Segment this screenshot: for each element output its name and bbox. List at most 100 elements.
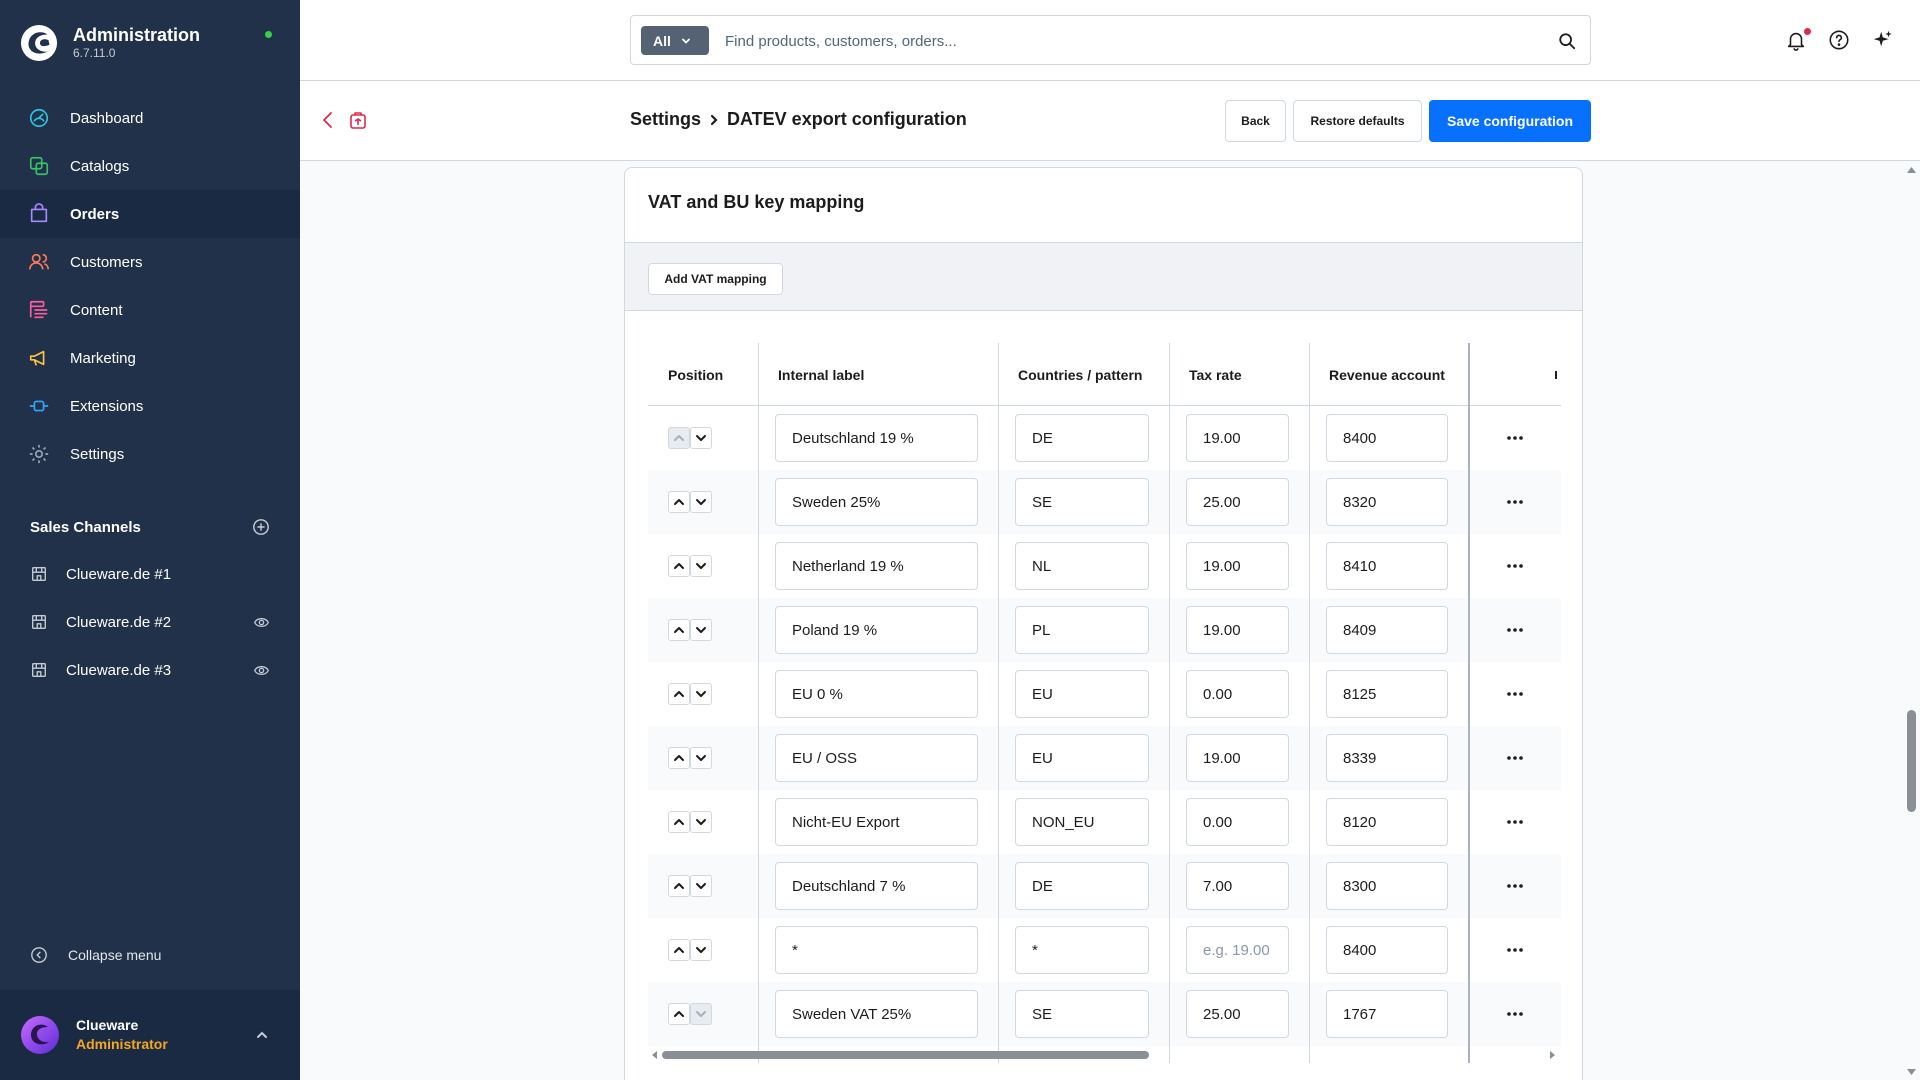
more-actions-icon[interactable]: [1503, 492, 1527, 512]
tax-rate-input[interactable]: [1186, 414, 1289, 462]
chevron-up-icon[interactable]: [254, 1027, 270, 1043]
add-vat-mapping-button[interactable]: Add VAT mapping: [648, 263, 783, 295]
internal-label-input[interactable]: [775, 414, 978, 462]
scroll-right-arrow-icon[interactable]: [1548, 1051, 1556, 1059]
move-up-button[interactable]: [668, 747, 690, 769]
move-down-button[interactable]: [690, 747, 712, 769]
column-header-internal-label[interactable]: Internal label: [758, 343, 998, 406]
nav-item-marketing[interactable]: Marketing: [0, 334, 300, 382]
sales-channel-item[interactable]: Clueware.de #1: [0, 550, 300, 598]
move-down-button[interactable]: [690, 555, 712, 577]
move-down-button[interactable]: [690, 427, 712, 449]
countries-pattern-input[interactable]: [1015, 414, 1149, 462]
move-down-button[interactable]: [690, 683, 712, 705]
eye-icon[interactable]: [253, 614, 270, 631]
eye-icon[interactable]: [253, 662, 270, 679]
move-up-button[interactable]: [668, 1003, 690, 1025]
revenue-account-input[interactable]: [1326, 670, 1448, 718]
back-button[interactable]: Back: [1225, 100, 1286, 142]
countries-pattern-input[interactable]: [1015, 862, 1149, 910]
user-panel[interactable]: Clueware Administrator: [0, 990, 300, 1080]
tax-rate-input[interactable]: [1186, 478, 1289, 526]
revenue-account-input[interactable]: [1326, 414, 1448, 462]
countries-pattern-input[interactable]: [1015, 606, 1149, 654]
scroll-left-arrow-icon[interactable]: [651, 1051, 659, 1059]
scroll-down-arrow-icon[interactable]: [1907, 1067, 1916, 1076]
revenue-account-input[interactable]: [1326, 798, 1448, 846]
nav-item-customers[interactable]: Customers: [0, 238, 300, 286]
revenue-account-input[interactable]: [1326, 478, 1448, 526]
tax-rate-input[interactable]: [1186, 926, 1289, 974]
nav-item-extensions[interactable]: Extensions: [0, 382, 300, 430]
search-input[interactable]: [725, 28, 1505, 54]
more-actions-icon[interactable]: [1503, 812, 1527, 832]
move-down-button[interactable]: [690, 939, 712, 961]
scroll-up-arrow-icon[interactable]: [1907, 166, 1916, 175]
move-up-button[interactable]: [668, 683, 690, 705]
move-down-button[interactable]: [690, 619, 712, 641]
move-down-button[interactable]: [690, 491, 712, 513]
countries-pattern-input[interactable]: [1015, 734, 1149, 782]
countries-pattern-input[interactable]: [1015, 478, 1149, 526]
ai-sparkle-icon[interactable]: [1872, 29, 1894, 51]
brand[interactable]: Administration 6.7.11.0: [20, 20, 200, 65]
more-actions-icon[interactable]: [1503, 1004, 1527, 1024]
vertical-scrollbar[interactable]: [1903, 162, 1920, 1080]
delete-icon[interactable]: [349, 110, 367, 130]
revenue-account-input[interactable]: [1326, 926, 1448, 974]
tax-rate-input[interactable]: [1186, 798, 1289, 846]
nav-item-catalogs[interactable]: Catalogs: [0, 142, 300, 190]
column-header-position[interactable]: Position: [648, 343, 758, 406]
move-up-button[interactable]: [668, 939, 690, 961]
tax-rate-input[interactable]: [1186, 670, 1289, 718]
more-actions-icon[interactable]: [1503, 684, 1527, 704]
internal-label-input[interactable]: [775, 990, 978, 1038]
column-header-countries[interactable]: Countries / pattern: [998, 343, 1169, 406]
sales-channel-item[interactable]: Clueware.de #2: [0, 598, 300, 646]
help-icon[interactable]: [1828, 29, 1850, 51]
nav-item-settings[interactable]: Settings: [0, 430, 300, 478]
countries-pattern-input[interactable]: [1015, 670, 1149, 718]
more-actions-icon[interactable]: [1503, 620, 1527, 640]
horizontal-scrollbar[interactable]: [648, 1048, 1561, 1062]
internal-label-input[interactable]: [775, 478, 978, 526]
internal-label-input[interactable]: [775, 606, 978, 654]
move-down-button[interactable]: [690, 811, 712, 833]
collapse-menu-button[interactable]: Collapse menu: [30, 946, 161, 964]
column-resize-handle[interactable]: [1555, 371, 1557, 379]
sales-channel-item[interactable]: Clueware.de #3: [0, 646, 300, 694]
internal-label-input[interactable]: [775, 798, 978, 846]
horizontal-scroll-thumb[interactable]: [662, 1051, 1149, 1059]
revenue-account-input[interactable]: [1326, 862, 1448, 910]
countries-pattern-input[interactable]: [1015, 798, 1149, 846]
move-up-button[interactable]: [668, 619, 690, 641]
internal-label-input[interactable]: [775, 862, 978, 910]
internal-label-input[interactable]: [775, 542, 978, 590]
move-up-button[interactable]: [668, 875, 690, 897]
more-actions-icon[interactable]: [1503, 748, 1527, 768]
internal-label-input[interactable]: [775, 734, 978, 782]
internal-label-input[interactable]: [775, 926, 978, 974]
tax-rate-input[interactable]: [1186, 862, 1289, 910]
revenue-account-input[interactable]: [1326, 734, 1448, 782]
countries-pattern-input[interactable]: [1015, 990, 1149, 1038]
revenue-account-input[interactable]: [1326, 990, 1448, 1038]
move-up-button[interactable]: [668, 555, 690, 577]
breadcrumb-parent[interactable]: Settings: [630, 109, 701, 130]
search-type-select[interactable]: All: [641, 26, 709, 55]
internal-label-input[interactable]: [775, 670, 978, 718]
tax-rate-input[interactable]: [1186, 734, 1289, 782]
nav-item-orders[interactable]: Orders: [0, 190, 300, 238]
tax-rate-input[interactable]: [1186, 606, 1289, 654]
nav-item-content[interactable]: Content: [0, 286, 300, 334]
back-arrow-icon[interactable]: [320, 111, 336, 129]
more-actions-icon[interactable]: [1503, 876, 1527, 896]
more-actions-icon[interactable]: [1503, 940, 1527, 960]
add-sales-channel-icon[interactable]: [252, 518, 270, 536]
save-configuration-button[interactable]: Save configuration: [1429, 100, 1591, 142]
move-up-button[interactable]: [668, 491, 690, 513]
revenue-account-input[interactable]: [1326, 606, 1448, 654]
column-header-revenue-account[interactable]: Revenue account: [1309, 343, 1469, 406]
countries-pattern-input[interactable]: [1015, 542, 1149, 590]
restore-defaults-button[interactable]: Restore defaults: [1293, 100, 1422, 142]
